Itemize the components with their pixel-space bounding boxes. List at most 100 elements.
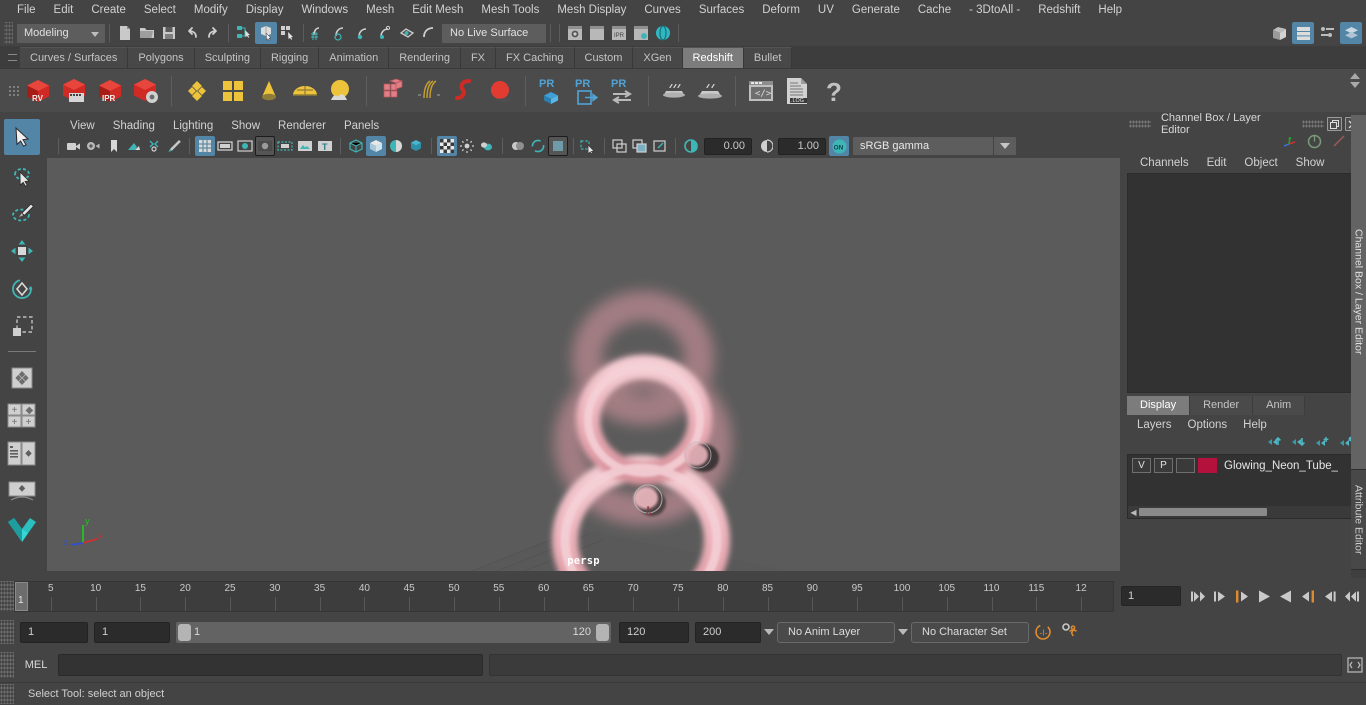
layer-list-hscrollbar[interactable]: ◀ ▶	[1128, 506, 1361, 518]
film-gate-icon[interactable]	[215, 136, 235, 156]
viewport-3d-canvas[interactable]: y x z persp	[47, 158, 1120, 571]
viewport-menu-panels[interactable]: Panels	[335, 120, 388, 132]
layer-tab-display[interactable]: Display	[1127, 396, 1191, 415]
motion-blur-icon[interactable]	[477, 136, 497, 156]
screen-space-ao-icon[interactable]	[457, 136, 477, 156]
shelf-tab-polygons[interactable]: Polygons	[128, 47, 195, 68]
menu-item-help[interactable]: Help	[1089, 0, 1131, 20]
channel-box-content[interactable]	[1127, 173, 1362, 393]
shelf-tab-custom[interactable]: Custom	[574, 47, 634, 68]
undo-icon[interactable]	[180, 22, 202, 44]
channel-box-menu-show[interactable]: Show	[1287, 157, 1334, 169]
redshift-hair-icon[interactable]	[410, 73, 446, 109]
lasso-select-tool-icon[interactable]	[4, 157, 40, 193]
step-forward-keyframe-icon[interactable]	[1321, 586, 1338, 606]
maya-logo-icon[interactable]	[4, 512, 40, 548]
render-current-frame-icon[interactable]	[564, 22, 586, 44]
show-hide-tool-settings-icon[interactable]	[1316, 22, 1338, 44]
shelf-tab-xgen[interactable]: XGen	[633, 47, 683, 68]
move-layer-down-icon[interactable]	[1291, 435, 1306, 451]
menu-item-mesh-display[interactable]: Mesh Display	[548, 0, 635, 20]
redshift-log-file-icon[interactable]: .LOG	[779, 73, 815, 109]
layer-visibility-toggle[interactable]: V	[1132, 458, 1151, 473]
grid-toggle-icon[interactable]	[195, 136, 215, 156]
live-surface-field[interactable]: No Live Surface	[442, 23, 546, 43]
shelf-tab-fx-caching[interactable]: FX Caching	[496, 47, 575, 68]
hypershade-icon[interactable]	[630, 22, 652, 44]
redshift-curve-object-icon[interactable]	[446, 73, 482, 109]
scale-tool-icon[interactable]	[4, 309, 40, 345]
shelf-tab-rigging[interactable]: Rigging	[260, 47, 320, 68]
persp-outliner-layout-icon[interactable]	[4, 436, 40, 472]
redshift-sun-sky-icon[interactable]	[323, 73, 359, 109]
redshift-bake-icon[interactable]	[656, 73, 692, 109]
snap-projected-icon[interactable]	[374, 22, 396, 44]
playback-range-bar[interactable]: 1 120	[176, 621, 611, 643]
render-view-icon[interactable]	[652, 22, 674, 44]
redshift-pr-object-icon[interactable]: PR	[533, 73, 569, 109]
layer-menu-options[interactable]: Options	[1180, 419, 1236, 431]
panel-grip[interactable]	[1129, 120, 1151, 128]
smooth-shade-all-icon[interactable]	[366, 136, 386, 156]
command-line-grip[interactable]	[0, 652, 14, 678]
menu-item-redshift[interactable]: Redshift	[1029, 0, 1089, 20]
statusline-grip[interactable]	[4, 22, 13, 44]
time-slider-grip[interactable]	[0, 581, 14, 611]
anim-end-field[interactable]: 200	[695, 621, 761, 643]
menu-item-windows[interactable]: Windows	[292, 0, 357, 20]
auto-keyframe-toggle-icon[interactable]: -I-	[1029, 622, 1057, 642]
layer-menu-help[interactable]: Help	[1235, 419, 1275, 431]
character-set-dropdown[interactable]: No Character Set	[911, 621, 1029, 643]
xray-icon[interactable]	[579, 136, 599, 156]
step-back-keyframe-icon[interactable]	[1211, 586, 1228, 606]
menu-item-generate[interactable]: Generate	[843, 0, 909, 20]
slider-channel-icon[interactable]	[1331, 133, 1348, 153]
redshift-light-cone-icon[interactable]	[251, 73, 287, 109]
new-scene-icon[interactable]	[114, 22, 136, 44]
camera-attributes-icon[interactable]	[84, 136, 104, 156]
layer-name-label[interactable]: Glowing_Neon_Tube_	[1224, 460, 1338, 472]
help-line-grip[interactable]	[0, 684, 14, 704]
redshift-pr-export-icon[interactable]: PR	[569, 73, 605, 109]
range-end-field[interactable]: 120	[619, 621, 689, 643]
menu-item-surfaces[interactable]: Surfaces	[690, 0, 753, 20]
command-input[interactable]	[58, 654, 483, 676]
exposure-reset-icon[interactable]	[650, 136, 670, 156]
select-camera-icon[interactable]	[64, 136, 84, 156]
redshift-bake-set-icon[interactable]	[692, 73, 728, 109]
gamma-value-field[interactable]: 1.00	[778, 137, 826, 155]
exposure-icon[interactable]	[681, 136, 701, 156]
menu-item-modify[interactable]: Modify	[185, 0, 237, 20]
redshift-render-sequence-icon[interactable]	[56, 73, 92, 109]
anim-start-field[interactable]: 1	[20, 621, 88, 643]
isolate-select-icon[interactable]	[548, 136, 568, 156]
channel-box-menu-object[interactable]: Object	[1235, 157, 1286, 169]
layer-playback-toggle[interactable]: P	[1154, 458, 1173, 473]
menu-item-select[interactable]: Select	[135, 0, 185, 20]
snap-curve-icon[interactable]	[330, 22, 352, 44]
channel-box-menu-channels[interactable]: Channels	[1131, 157, 1198, 169]
use-all-lights-icon[interactable]	[406, 136, 426, 156]
last-tool-used-icon[interactable]	[4, 360, 40, 396]
move-tool-icon[interactable]	[4, 233, 40, 269]
menu-item-mesh-tools[interactable]: Mesh Tools	[472, 0, 548, 20]
go-to-start-icon[interactable]	[1189, 586, 1206, 606]
redshift-ipr-icon[interactable]: IPR	[92, 73, 128, 109]
menu-item-cache[interactable]: Cache	[909, 0, 960, 20]
snap-grid-icon[interactable]	[308, 22, 330, 44]
menu-item-mesh[interactable]: Mesh	[357, 0, 403, 20]
two-d-pan-zoom-icon[interactable]	[144, 136, 164, 156]
menu-item-edit-mesh[interactable]: Edit Mesh	[403, 0, 472, 20]
side-tab-attribute-editor[interactable]: Attribute Editor	[1351, 470, 1366, 570]
step-forward-frame-icon[interactable]	[1299, 586, 1316, 606]
shadows-icon[interactable]	[437, 136, 457, 156]
menu-item-create[interactable]: Create	[82, 0, 135, 20]
paint-select-tool-icon[interactable]	[4, 195, 40, 231]
wireframe-icon[interactable]	[346, 136, 366, 156]
resolution-gate-icon[interactable]	[235, 136, 255, 156]
shelf-tab-redshift[interactable]: Redshift	[682, 47, 744, 68]
viewport-menu-view[interactable]: View	[61, 120, 104, 132]
four-view-layout-icon[interactable]: + ◆ + +	[4, 398, 40, 434]
shelf-tab-curves-surfaces[interactable]: Curves / Surfaces	[20, 47, 129, 68]
menu-item-display[interactable]: Display	[237, 0, 293, 20]
